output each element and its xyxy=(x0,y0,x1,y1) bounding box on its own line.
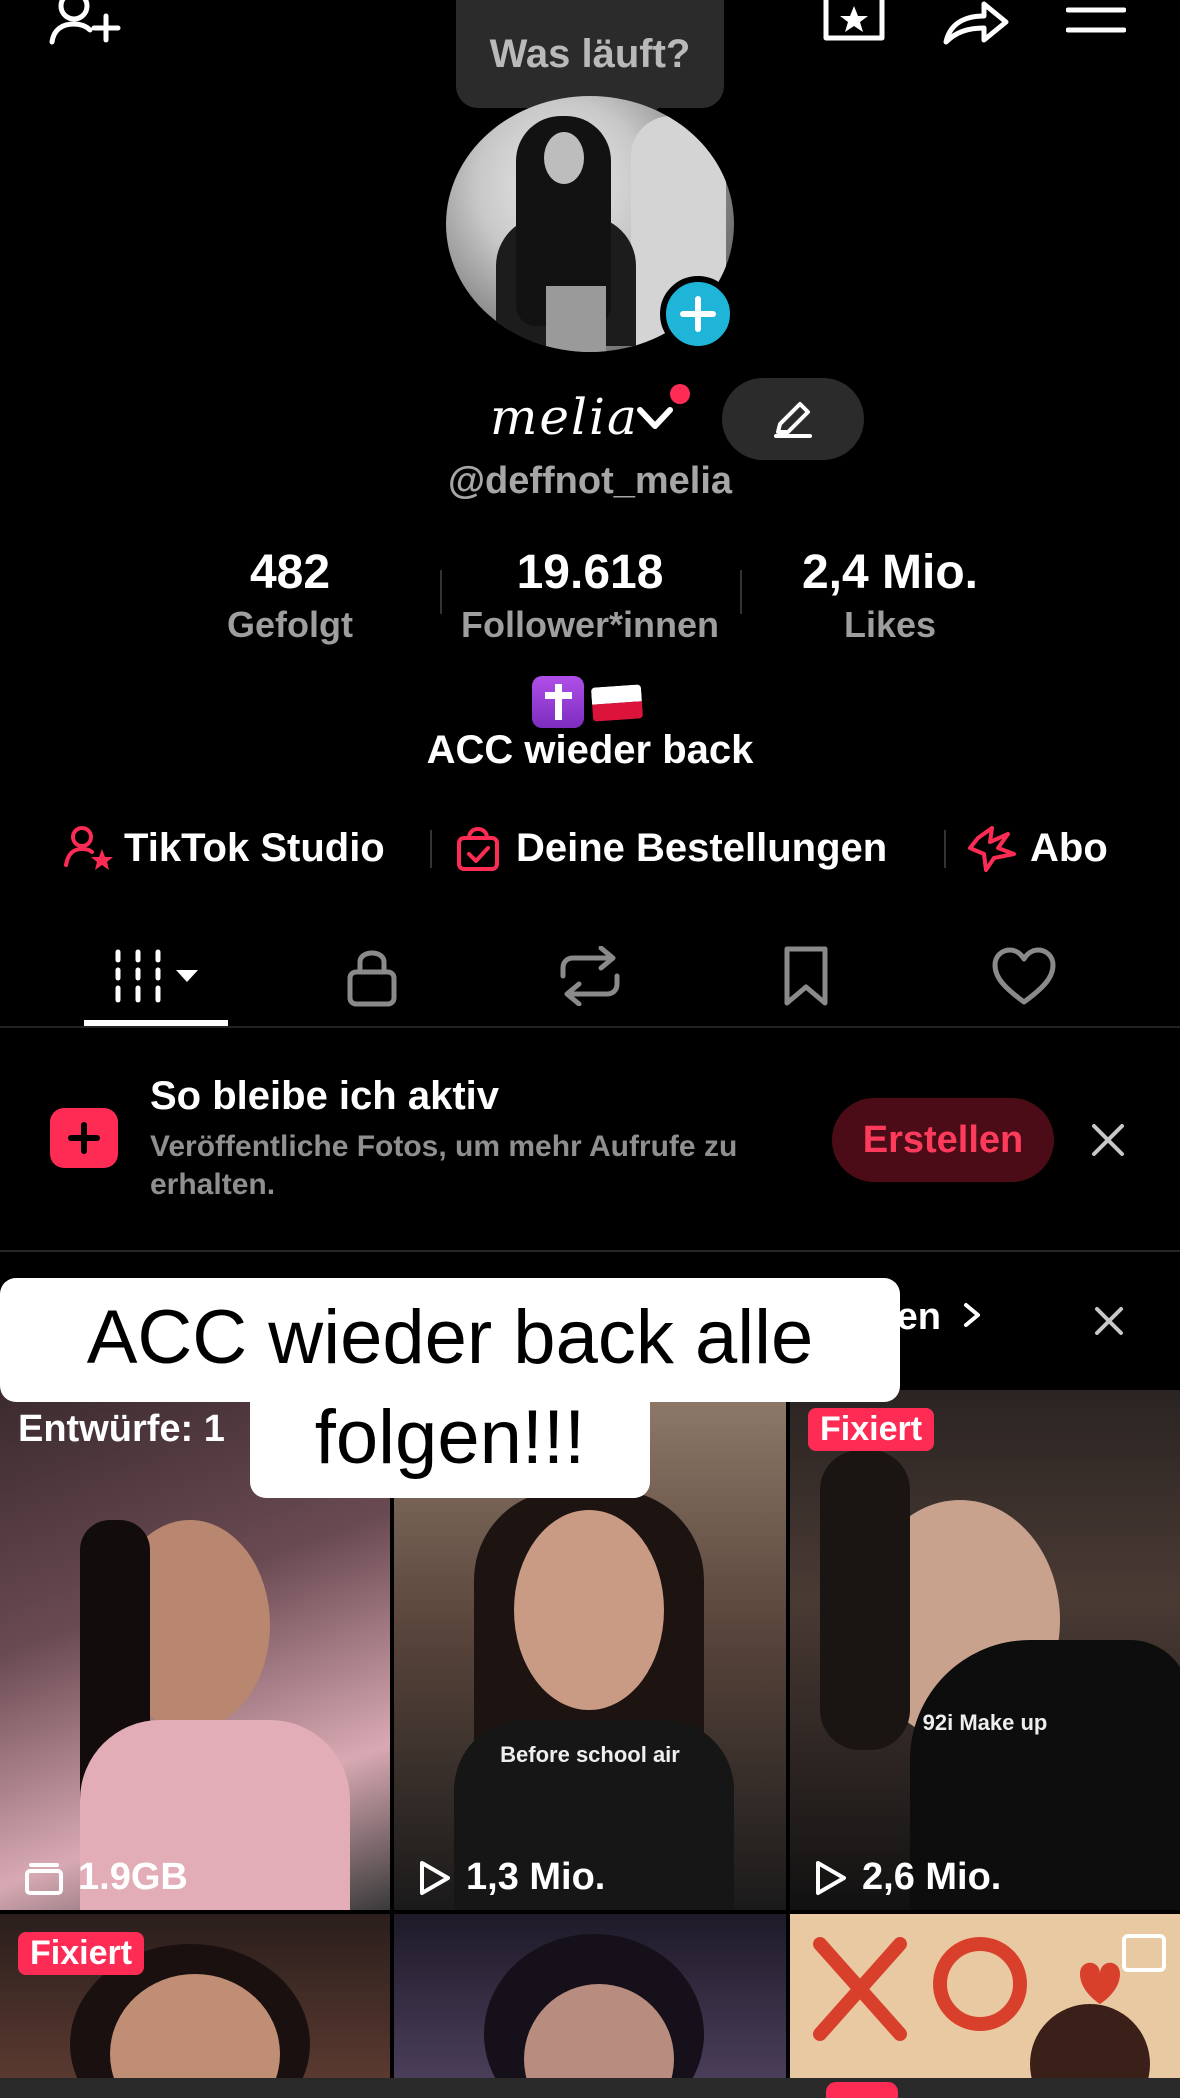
subscription-link[interactable]: Abo xyxy=(968,820,1108,876)
stat-value: 19.618 xyxy=(516,546,664,599)
poland-flag-icon xyxy=(590,684,644,722)
studio-user-icon xyxy=(64,826,113,870)
multi-image-icon xyxy=(1122,1934,1166,1972)
avatar-face xyxy=(544,132,584,184)
tab-private[interactable] xyxy=(264,932,480,1020)
view-count-text: 2,6 Mio. xyxy=(862,1856,1002,1898)
tabs-divider xyxy=(0,1026,1180,1028)
grid-videos-icon xyxy=(115,949,198,1003)
stat-value: 482 xyxy=(249,546,331,599)
divider xyxy=(740,570,742,614)
stat-label: Follower*innen xyxy=(460,604,719,645)
play-icon xyxy=(816,1860,846,1895)
tab-saved[interactable] xyxy=(698,932,914,1020)
text-sticker-caption: ACC wieder back alle folgen!!! xyxy=(0,1288,900,1488)
menu-icon[interactable] xyxy=(1066,0,1126,40)
view-count: 1,3 Mio. xyxy=(418,1856,605,1899)
play-icon xyxy=(420,1860,450,1895)
favorites-icon[interactable] xyxy=(820,0,890,46)
display-name[interactable]: melia xyxy=(490,388,639,446)
promo-description: Veröffentliche Fotos, um mehr Aufrufe zu… xyxy=(150,1130,738,1201)
chevron-right-icon xyxy=(963,1303,980,1327)
stat-value: 2,4 Mio. xyxy=(801,546,979,599)
cross-emoji-icon xyxy=(532,676,584,728)
promo-title: So bleibe ich aktiv xyxy=(150,1074,500,1118)
drafts-icon xyxy=(25,1862,63,1895)
share-icon[interactable] xyxy=(940,0,1010,46)
notification-dot xyxy=(670,384,690,404)
promo-divider xyxy=(0,1250,1180,1252)
camera-plus-icon xyxy=(50,1108,118,1168)
bio-text: ACC wieder back xyxy=(426,728,754,772)
create-button[interactable]: Erstellen xyxy=(832,1098,1054,1182)
orders-label: Deine Bestellungen xyxy=(516,825,888,870)
video-size: 1.9GB xyxy=(24,1856,188,1899)
tiktok-studio-link[interactable]: TikTok Studio xyxy=(64,820,385,876)
video-thumbnail[interactable]: Fixiert xyxy=(0,1914,390,2078)
bottom-nav-bar[interactable] xyxy=(0,2078,1180,2098)
status-bubble[interactable]: Was läuft? xyxy=(456,0,724,108)
sticker-line-1: ACC wieder back alle xyxy=(86,1295,814,1380)
stat-following[interactable]: 482 Gefolgt xyxy=(180,545,400,646)
avatar-legs xyxy=(546,286,606,352)
plus-icon xyxy=(680,296,716,332)
subscription-star-icon xyxy=(968,826,1016,872)
tiktok-studio-label: TikTok Studio xyxy=(124,825,385,870)
close-icon[interactable] xyxy=(1090,1122,1126,1163)
bookmark-icon xyxy=(784,946,828,1006)
divider xyxy=(944,830,946,868)
lock-icon xyxy=(347,950,397,1007)
tab-liked[interactable] xyxy=(916,932,1132,1020)
heart-icon xyxy=(992,947,1056,1005)
close-icon[interactable] xyxy=(1094,1306,1124,1341)
pinned-badge: Fixiert xyxy=(18,1932,145,1975)
thumb-face xyxy=(514,1510,664,1710)
thumb-hair xyxy=(820,1450,910,1750)
status-bubble-text: Was läuft? xyxy=(489,31,691,76)
video-size-text: 1.9GB xyxy=(78,1856,188,1898)
repost-icon xyxy=(560,946,620,1006)
subscription-label: Abo xyxy=(1030,825,1108,870)
add-friend-icon[interactable] xyxy=(46,0,122,48)
shopping-bag-icon xyxy=(457,827,499,871)
view-count-text: 1,3 Mio. xyxy=(466,1856,606,1898)
stat-followers[interactable]: 19.618 Follower*innen xyxy=(440,545,740,646)
stat-label: Likes xyxy=(843,604,937,645)
stat-likes[interactable]: 2,4 Mio. Likes xyxy=(760,545,1020,646)
edit-profile-button[interactable] xyxy=(722,378,864,460)
tab-videos[interactable] xyxy=(48,932,264,1020)
sticker-line-2: folgen!!! xyxy=(314,1395,586,1480)
divider xyxy=(430,830,432,868)
bottom-nav-create-icon[interactable] xyxy=(826,2082,898,2098)
add-story-button[interactable] xyxy=(660,276,736,352)
chevron-down-icon[interactable] xyxy=(636,406,674,432)
tab-reposts[interactable] xyxy=(482,932,698,1020)
video-caption: 92i Make up xyxy=(922,1710,1048,1735)
video-caption: Before school air xyxy=(500,1742,680,1767)
bio-emoji xyxy=(532,676,644,728)
stat-label: Gefolgt xyxy=(227,604,353,645)
pencil-icon xyxy=(774,402,812,438)
username-handle: @deffnot_melia xyxy=(447,460,733,502)
video-thumbnail[interactable] xyxy=(394,1914,786,2078)
orders-link[interactable]: Deine Bestellungen xyxy=(456,820,887,876)
view-count: 2,6 Mio. xyxy=(814,1856,1001,1899)
video-thumbnail[interactable] xyxy=(790,1914,1180,2078)
